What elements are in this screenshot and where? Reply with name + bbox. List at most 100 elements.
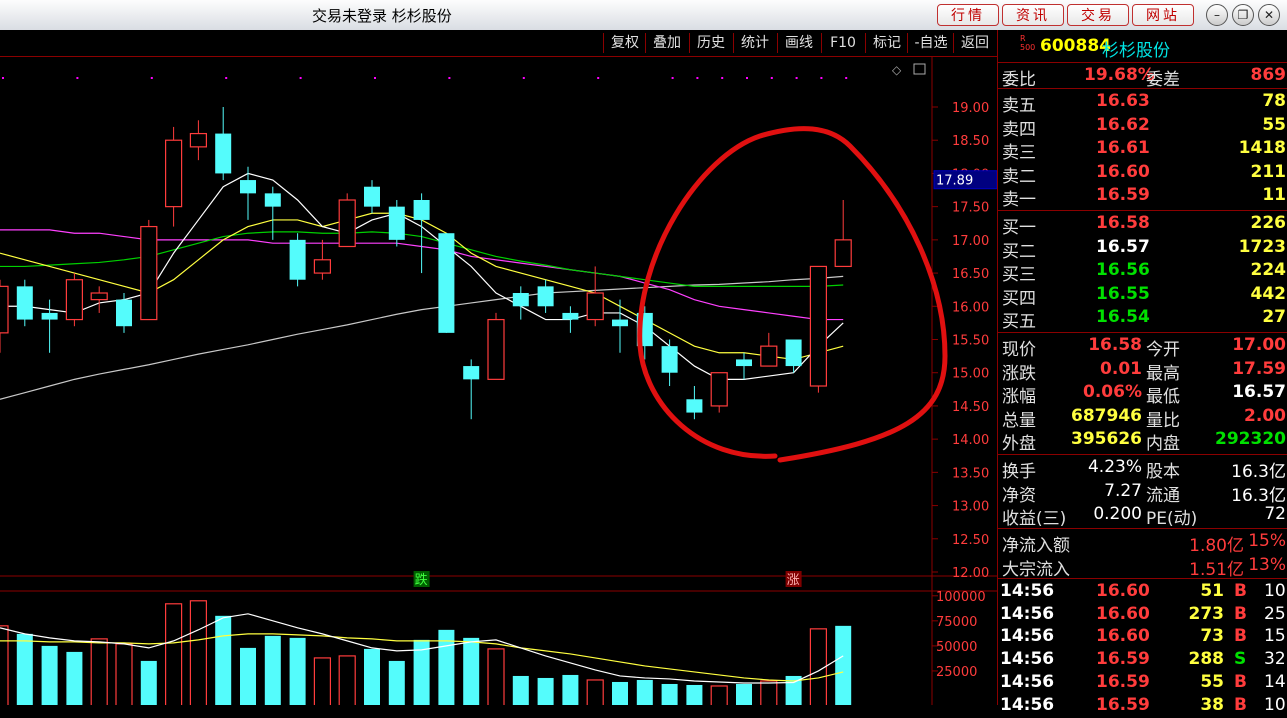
quote-stat-row: 总量 687946 量比 2.00 [998, 406, 1287, 431]
volume-bar [760, 680, 778, 717]
toolbar-history-button[interactable]: 历史 [689, 33, 732, 53]
quote-stat-label2: 量比 [1146, 410, 1180, 431]
ask-label: 卖三 [1002, 143, 1036, 163]
ask-label: 卖五 [1002, 96, 1036, 116]
share-stat-value2: 72 [1264, 504, 1286, 524]
tick-price: 16.59 [1096, 671, 1150, 692]
tick-price: 16.60 [1096, 603, 1150, 624]
nav-button-trade[interactable]: 交易 [1067, 4, 1129, 26]
nav-button-website[interactable]: 网站 [1132, 4, 1194, 26]
candle-body [413, 200, 430, 220]
ask-row: 卖四 16.62 55 [998, 115, 1287, 140]
weibi-value: 19.68% [1084, 65, 1155, 85]
candle-body [189, 132, 207, 148]
signal-dot [845, 77, 848, 79]
ask-row: 卖三 16.61 1418 [998, 138, 1287, 163]
tick-side: B [1234, 603, 1247, 624]
signal-dot [150, 77, 153, 79]
price-tick-label: 15.00 [952, 367, 989, 382]
nav-button-market[interactable]: 行情 [937, 4, 999, 26]
candle-body [313, 259, 331, 274]
bid-label: 买二 [1002, 241, 1036, 262]
toolbar-watchlist-button[interactable]: -自选 [907, 33, 954, 53]
ask-price: 16.63 [1096, 91, 1150, 111]
quote-stat-value: 0.06% [1083, 382, 1142, 402]
price-tick-label: 12.50 [952, 533, 989, 548]
toolbar-f10-button[interactable]: F10 [821, 33, 864, 53]
toolbar-overlay-button[interactable]: 叠加 [645, 33, 688, 53]
quote-stat-value2: 17.59 [1232, 358, 1286, 379]
candle-body [736, 359, 752, 367]
stock-code[interactable]: 600884 [1040, 36, 1111, 56]
signal-dot [2, 77, 4, 79]
toolbar-draw-button[interactable]: 画线 [777, 33, 820, 53]
share-stat-label2: PE(动) [1146, 509, 1198, 529]
annotation-circle [637, 126, 948, 463]
volume-bar [388, 660, 405, 716]
close-icon[interactable]: ✕ [1258, 4, 1280, 26]
quote-stat-row: 涨幅 0.06% 最低 16.57 [998, 382, 1287, 407]
bid-label: 买三 [1002, 265, 1036, 285]
quote-stat-label2: 最高 [1146, 363, 1180, 384]
share-stat-label: 收益(三) [1002, 509, 1067, 529]
ask-volume: 78 [1262, 91, 1286, 111]
quote-stat-label: 涨跌 [1002, 363, 1036, 384]
ask-label: 卖四 [1002, 119, 1036, 140]
tick-count: 25 [1264, 603, 1286, 624]
trend-marker-label: 涨 [787, 573, 800, 588]
volume-bar [636, 679, 653, 716]
share-stat-row: 净资 7.27 流通 16.3亿 [998, 481, 1287, 506]
ask-label: 卖二 [1002, 166, 1036, 187]
tick-time: 14:56 [1000, 603, 1055, 624]
toolbar-fuquan-button[interactable]: 复权 [603, 33, 646, 53]
bid-row: 买四 16.55 442 [998, 284, 1287, 309]
flow-row: 大宗流入 1.51亿 13% [998, 555, 1287, 580]
share-stat-value: 4.23% [1087, 457, 1142, 477]
share-stat-value2: 16.3亿 [1231, 485, 1286, 506]
signal-dot [225, 77, 228, 79]
quote-stat-label: 总量 [1002, 410, 1036, 431]
ask-row: 卖五 16.63 78 [998, 91, 1287, 116]
trend-marker-label: 跌 [415, 572, 428, 588]
price-tick-label: 15.50 [952, 334, 989, 349]
signal-dot [597, 77, 600, 79]
kline-chart[interactable]: 19.0018.5018.0017.5017.0016.5016.0015.50… [0, 56, 998, 717]
signal-dot [522, 77, 525, 79]
candle-body [586, 292, 604, 321]
bid-volume: 224 [1250, 260, 1287, 280]
toolbar-stats-button[interactable]: 统计 [733, 33, 776, 53]
candle-body [487, 318, 505, 380]
volume-bar [215, 615, 232, 716]
tick-row: 14:56 16.59 38 B 10 [998, 695, 1287, 718]
quote-stat-label: 外盘 [1002, 434, 1036, 454]
volume-bar [165, 603, 183, 717]
candle-body [0, 285, 9, 334]
volume-bar [835, 625, 852, 716]
tick-volume: 55 [1200, 671, 1224, 692]
tick-row: 14:56 16.59 55 B 14 [998, 672, 1287, 695]
price-tick-label: 16.50 [952, 267, 989, 282]
volume-bar [0, 625, 9, 717]
tick-volume: 288 [1188, 649, 1225, 670]
signal-dot [770, 77, 773, 79]
kline-chart-area[interactable]: 19.0018.5018.0017.5017.0016.5016.0015.50… [0, 56, 998, 717]
ask-price: 16.61 [1096, 138, 1150, 158]
candle-body [338, 199, 356, 248]
bid-price: 16.57 [1096, 236, 1150, 257]
volume-bar [364, 648, 380, 716]
restore-icon[interactable]: ❐ [1232, 4, 1254, 26]
toolbar-back-button[interactable]: 返回 [953, 33, 996, 53]
candle-body [438, 233, 455, 333]
ask-volume: 1418 [1238, 138, 1286, 158]
stock-name[interactable]: 杉杉股份 [1102, 36, 1170, 61]
diamond-icon: ◇ [892, 63, 902, 77]
minimize-icon[interactable]: – [1206, 4, 1228, 26]
toolbar-mark-button[interactable]: 标记 [865, 33, 908, 53]
candle-body [710, 372, 728, 407]
nav-button-news[interactable]: 资讯 [1002, 4, 1064, 26]
tick-price: 16.60 [1096, 581, 1150, 601]
candle-body [661, 346, 678, 373]
volume-bar [189, 600, 207, 717]
candle-body [809, 265, 828, 387]
bid-label: 买四 [1002, 288, 1036, 309]
